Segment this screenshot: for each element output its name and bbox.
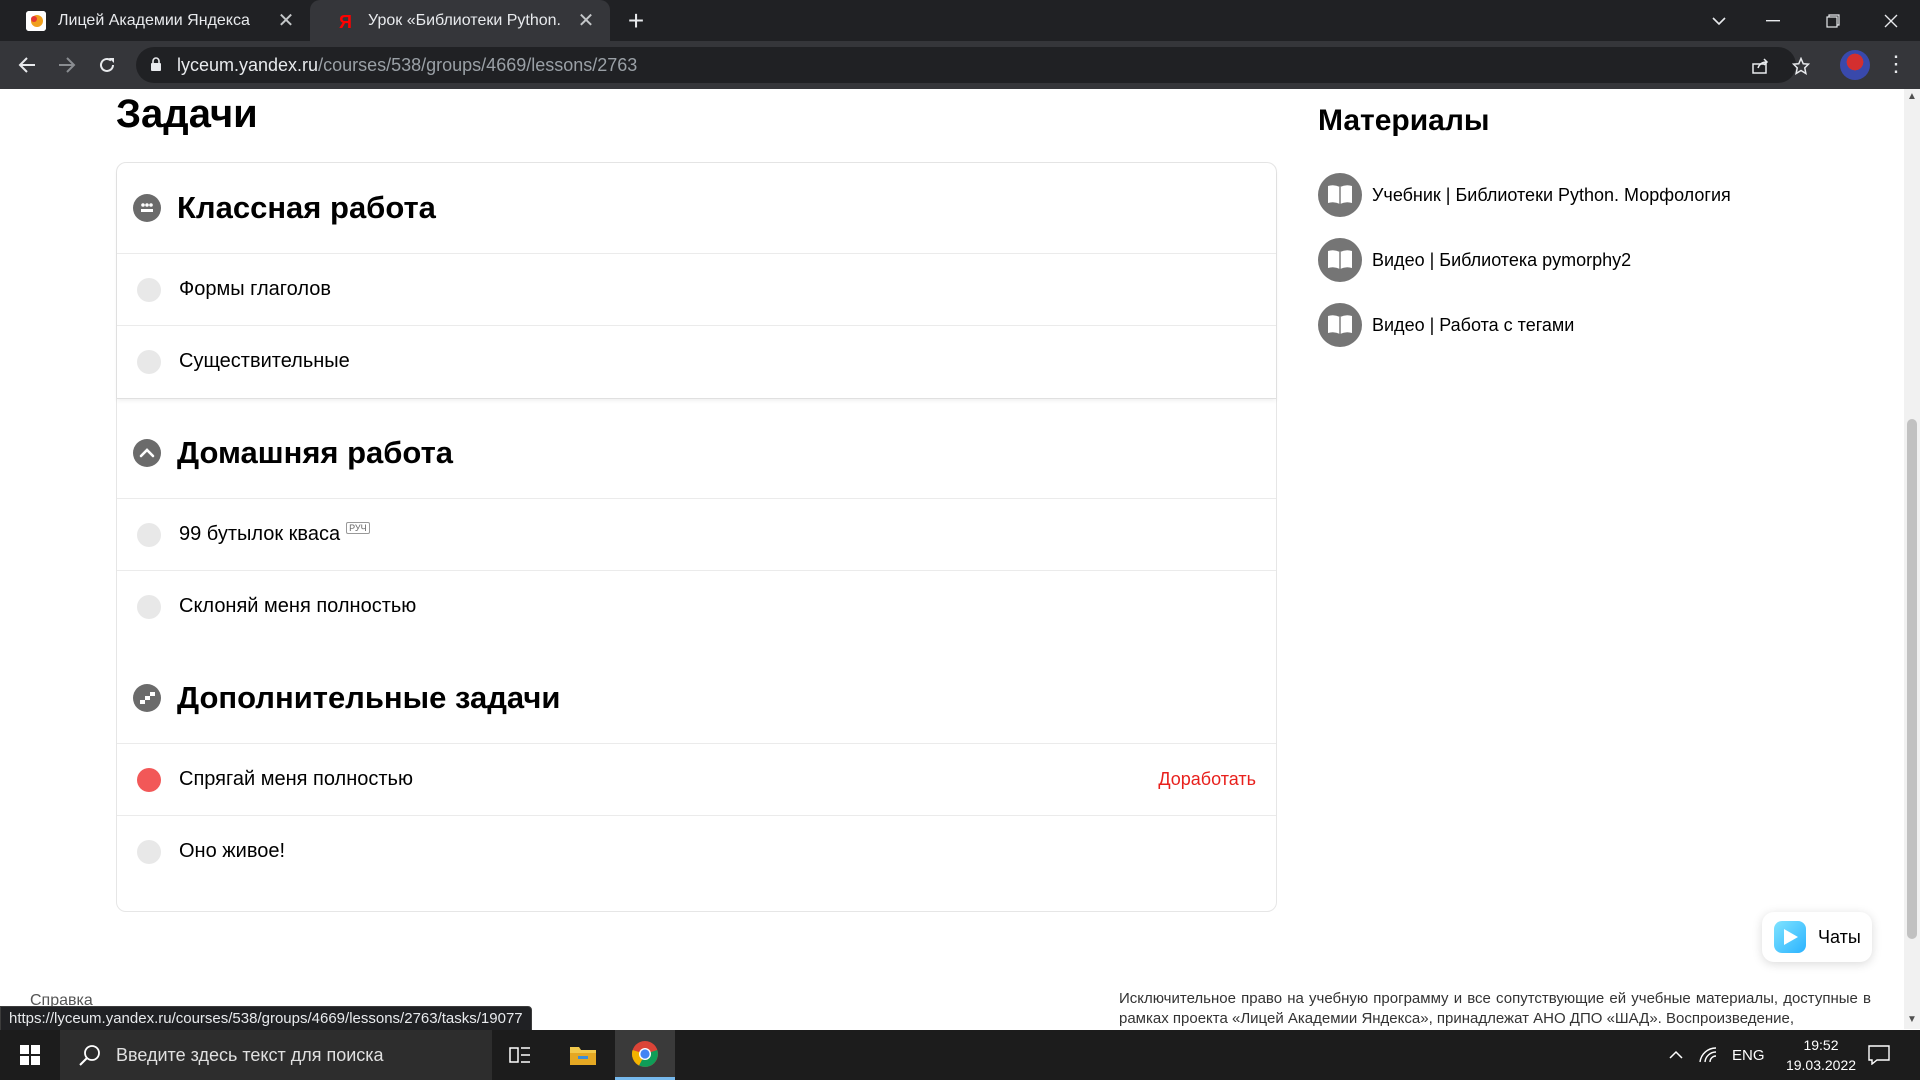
manual-check-badge: РУЧ <box>346 521 370 534</box>
address-bar[interactable]: lyceum.yandex.ru/courses/538/groups/4669… <box>136 47 1810 83</box>
taskbar-clock[interactable]: 19:52 19.03.2022 <box>1776 1035 1866 1075</box>
task-row[interactable]: 99 бутылок кваса РУЧ <box>117 498 1276 570</box>
close-tab-icon[interactable]: ✕ <box>574 9 598 33</box>
tab-search-chevron-icon[interactable] <box>1690 0 1748 41</box>
task-row[interactable]: Формы глаголов <box>117 253 1276 325</box>
section-title: Классная работа <box>177 190 436 225</box>
clock-date: 19.03.2022 <box>1785 1057 1857 1073</box>
windows-start-icon[interactable] <box>0 1030 60 1080</box>
close-window-icon[interactable] <box>1862 0 1920 41</box>
materials-heading: Материалы <box>1318 104 1490 137</box>
task-status-dot <box>137 839 161 864</box>
profile-avatar[interactable] <box>1840 50 1870 80</box>
book-icon <box>1318 303 1362 347</box>
task-status-dot <box>137 349 161 374</box>
task-label[interactable]: Спрягай меня полностью <box>179 768 413 791</box>
tab-title: Урок «Библиотеки Python. Морфология» <box>368 11 562 29</box>
section-homework[interactable]: Домашняя работа <box>117 408 1276 498</box>
chrome-taskbar-icon[interactable] <box>615 1030 675 1080</box>
browser-toolbar: lyceum.yandex.ru/courses/538/groups/4669… <box>0 41 1920 89</box>
task-row[interactable]: Оно живое! <box>117 815 1276 887</box>
lock-icon <box>151 57 161 71</box>
tab-lesson[interactable]: Я Урок «Библиотеки Python. Морфология» ✕ <box>310 0 610 41</box>
section-extra-tasks[interactable]: Дополнительные задачи <box>117 653 1276 743</box>
footer-copyright-text: Исключительное право на учебную программ… <box>1119 990 1871 1027</box>
address-url: lyceum.yandex.ru/courses/538/groups/4669… <box>177 47 637 83</box>
taskbar-search-box[interactable]: Введите здесь текст для поиска <box>60 1030 492 1080</box>
restore-window-icon[interactable] <box>1804 0 1862 41</box>
forward-arrow-icon[interactable] <box>52 50 82 80</box>
section-title: Дополнительные задачи <box>177 680 561 715</box>
lesson-page: Задачи Материалы Классная работа Формы г… <box>0 89 1904 1029</box>
yandex-favicon-icon: Я <box>336 11 356 32</box>
scroll-up-arrow-icon[interactable]: ▲ <box>1907 91 1917 102</box>
browser-menu-icon[interactable]: ⋮ <box>1885 49 1907 79</box>
url-host: lyceum.yandex.ru <box>177 55 319 75</box>
tab-title: Лицей Академии Яндекса <box>58 11 250 29</box>
section-title: Домашняя работа <box>177 435 454 470</box>
task-label[interactable]: Существительные <box>179 350 350 373</box>
tasks-heading: Задачи <box>116 92 258 136</box>
material-item[interactable]: Учебник | Библиотеки Python. Морфология <box>1318 173 1731 217</box>
task-label[interactable]: Формы глаголов <box>179 278 331 301</box>
material-label[interactable]: Видео | Работа с тегами <box>1372 315 1574 336</box>
scroll-down-arrow-icon[interactable]: ▼ <box>1907 1014 1917 1025</box>
task-row[interactable]: Существительные <box>117 325 1276 397</box>
material-item[interactable]: Видео | Работа с тегами <box>1318 303 1574 347</box>
url-path: /courses/538/groups/4669/lessons/2763 <box>318 55 638 75</box>
tasks-card: Классная работа Формы глаголов Существит… <box>116 162 1277 912</box>
input-language-indicator[interactable]: ENG <box>1732 1030 1765 1080</box>
task-label[interactable]: Оно живое! <box>179 840 285 863</box>
material-item[interactable]: Видео | Библиотека pymorphy2 <box>1318 238 1631 282</box>
rework-link[interactable]: Доработать <box>1158 769 1256 790</box>
back-arrow-icon[interactable] <box>12 50 42 80</box>
book-icon <box>1318 173 1362 217</box>
link-status-bubble: https://lyceum.yandex.ru/courses/538/gro… <box>0 1006 532 1031</box>
reload-icon[interactable] <box>92 50 122 80</box>
task-row[interactable]: Спрягай меня полностью Доработать <box>117 743 1276 815</box>
chats-button[interactable]: Чаты <box>1762 912 1872 962</box>
task-status-dot <box>137 594 161 619</box>
close-tab-icon[interactable]: ✕ <box>274 9 298 33</box>
page-scrollbar[interactable]: ▲ ▼ <box>1904 89 1920 1029</box>
yandex-lyceum-favicon-icon <box>26 10 46 31</box>
browser-tab-strip: Лицей Академии Яндекса ✕ Я Урок «Библиот… <box>0 0 1920 41</box>
new-tab-button[interactable]: + <box>622 7 650 35</box>
file-explorer-icon[interactable] <box>553 1030 613 1080</box>
search-icon <box>79 1045 100 1066</box>
tab-lyceum-home[interactable]: Лицей Академии Яндекса ✕ <box>0 0 310 41</box>
scrollbar-thumb[interactable] <box>1907 419 1917 939</box>
task-label[interactable]: 99 бутылок кваса <box>179 523 340 546</box>
minimize-window-icon[interactable] <box>1744 0 1802 41</box>
task-view-icon[interactable] <box>490 1030 550 1080</box>
wifi-icon[interactable] <box>1698 1030 1718 1080</box>
material-label[interactable]: Учебник | Библиотеки Python. Морфология <box>1372 185 1731 206</box>
book-icon <box>1318 238 1362 282</box>
show-hidden-icons-chevron-icon[interactable] <box>1668 1030 1684 1080</box>
task-status-dot-rework <box>137 767 161 792</box>
bookmark-star-icon[interactable] <box>1790 55 1812 77</box>
search-placeholder: Введите здесь текст для поиска <box>116 1044 384 1065</box>
classwork-icon <box>133 194 161 222</box>
svg-text:Я: Я <box>339 12 352 31</box>
section-classwork[interactable]: Классная работа <box>117 163 1276 253</box>
notifications-icon[interactable] <box>1868 1030 1890 1080</box>
task-label[interactable]: Склоняй меня полностью <box>179 595 416 618</box>
share-icon[interactable] <box>1750 55 1772 77</box>
material-label[interactable]: Видео | Библиотека pymorphy2 <box>1372 250 1631 271</box>
extra-tasks-icon <box>133 684 161 712</box>
chats-label: Чаты <box>1818 926 1861 947</box>
task-status-dot <box>137 277 161 302</box>
windows-taskbar: Введите здесь текст для поиска ENG 19:52… <box>0 1030 1920 1080</box>
homework-icon <box>133 439 161 467</box>
task-row[interactable]: Склоняй меня полностью <box>117 570 1276 642</box>
clock-time: 19:52 <box>1803 1037 1839 1053</box>
task-status-dot <box>137 522 161 547</box>
chat-icon <box>1774 921 1806 953</box>
